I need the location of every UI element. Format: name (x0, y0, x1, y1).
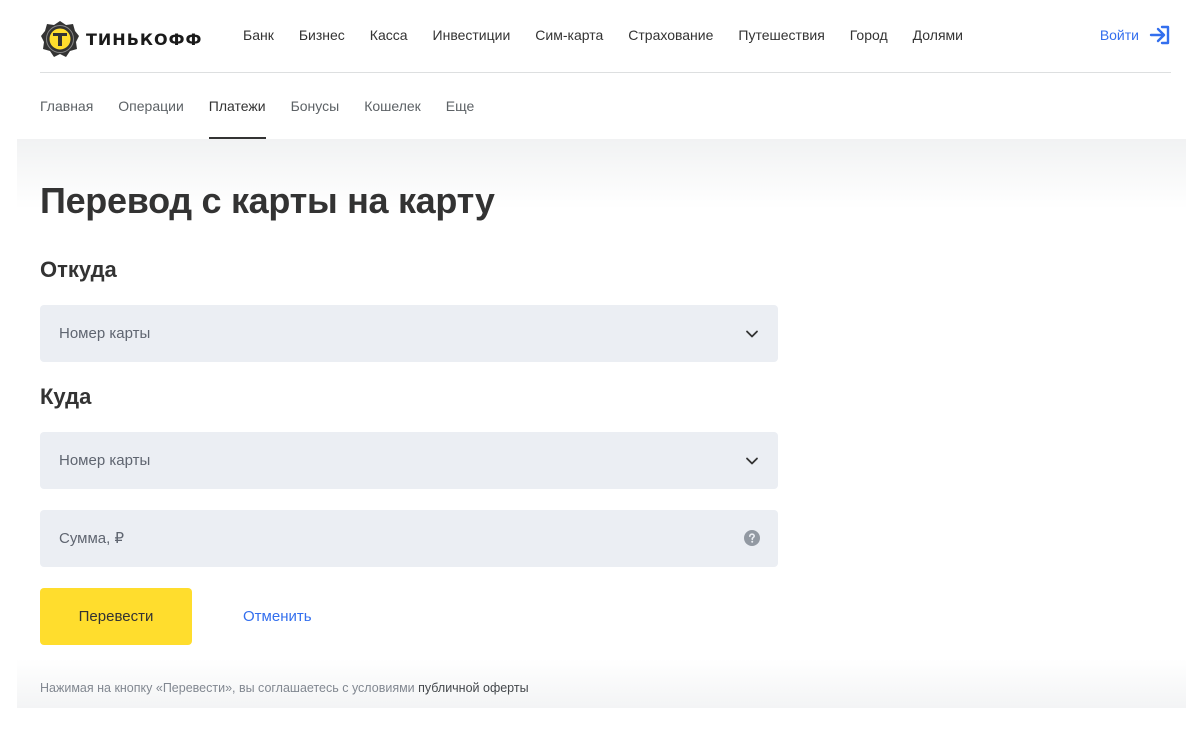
subnav-item-payments[interactable]: Платежи (208, 73, 266, 139)
login-button[interactable]: Войти (1100, 0, 1171, 73)
to-card-select[interactable]: Номер карты (40, 432, 778, 489)
nav-travel[interactable]: Путешествия (738, 25, 824, 49)
nav-dolyami[interactable]: Долями (913, 25, 963, 49)
page-title: Перевод с карты на карту (40, 180, 495, 221)
question-circle-icon[interactable] (744, 530, 760, 546)
subnav-item-operations[interactable]: Операции (118, 73, 184, 139)
brand-logo[interactable]: ТИНЬКОФФ (40, 20, 202, 58)
disclaimer-text: Нажимая на кнопку «Перевести», вы соглаш… (40, 681, 419, 695)
login-label: Войти (1099, 26, 1139, 43)
amount-input[interactable]: Сумма, ₽ (40, 510, 778, 567)
public-offer-link[interactable]: публичной оферты (418, 681, 528, 695)
nav-city[interactable]: Город (850, 25, 888, 49)
subnav-item-wallet[interactable]: Кошелек (364, 73, 421, 139)
cancel-link[interactable]: Отменить (243, 588, 312, 645)
chevron-down-icon (746, 457, 758, 465)
nav-investments[interactable]: Инвестиции (433, 25, 511, 49)
nav-business[interactable]: Бизнес (299, 25, 345, 49)
nav-sim-card[interactable]: Сим-карта (535, 25, 603, 49)
to-heading: Куда (40, 384, 92, 409)
account-subnav: Главная Операции Платежи Бонусы Кошелек … (40, 73, 499, 139)
from-card-select[interactable]: Номер карты (40, 305, 778, 362)
chevron-down-icon (746, 330, 758, 338)
login-arrow-icon (1149, 25, 1170, 44)
subnav-item-home[interactable]: Главная (40, 73, 93, 139)
amount-placeholder: Сумма, ₽ (59, 530, 125, 547)
offer-disclaimer: Нажимая на кнопку «Перевести», вы соглаш… (40, 680, 529, 696)
from-heading: Откуда (40, 257, 117, 282)
transfer-button[interactable]: Перевести (40, 588, 192, 645)
subnav-item-more[interactable]: Еще (446, 73, 475, 139)
nav-insurance[interactable]: Страхование (628, 25, 713, 49)
brand-name: ТИНЬКОФФ (86, 29, 203, 49)
to-card-placeholder: Номер карты (59, 452, 151, 469)
main-nav: Банк Бизнес Касса Инвестиции Сим-карта С… (243, 0, 988, 73)
from-card-placeholder: Номер карты (59, 325, 151, 342)
nav-kassa[interactable]: Касса (370, 25, 408, 49)
content-panel (17, 139, 1186, 708)
nav-bank[interactable]: Банк (243, 25, 274, 49)
subnav-item-bonuses[interactable]: Бонусы (291, 73, 340, 139)
tinkoff-emblem-icon (41, 21, 79, 57)
top-header: ТИНЬКОФФ Банк Бизнес Касса Инвестиции Си… (40, 0, 1171, 73)
